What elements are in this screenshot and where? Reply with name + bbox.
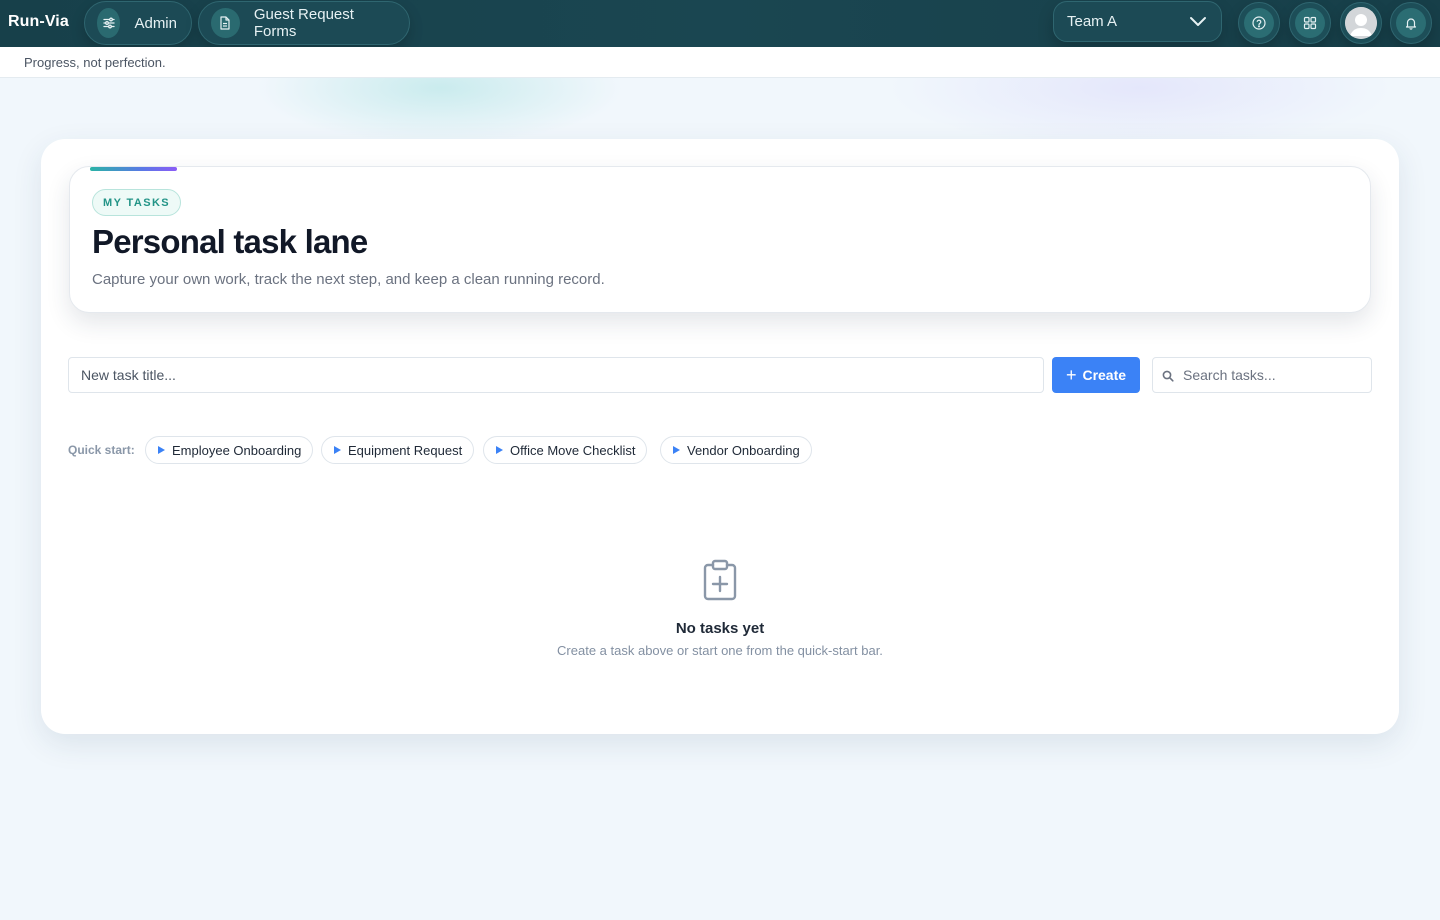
quick-start-label: Quick start: <box>68 443 135 457</box>
empty-state-subtitle: Create a task above or start one from th… <box>557 643 883 658</box>
apps-grid-icon <box>1295 8 1325 38</box>
help-circle-icon <box>1244 8 1274 38</box>
notifications-button[interactable] <box>1390 2 1432 44</box>
quick-start-chip-label: Office Move Checklist <box>510 442 636 458</box>
quick-start-office-move-checklist[interactable]: Office Move Checklist <box>483 436 648 464</box>
task-search-field[interactable] <box>1152 357 1372 393</box>
apps-button[interactable] <box>1289 2 1331 44</box>
sliders-icon <box>97 8 121 38</box>
help-button[interactable] <box>1238 2 1280 44</box>
hero-accent-bar <box>90 167 177 171</box>
brand-logo[interactable]: Run-Via <box>8 13 69 31</box>
top-navigation-bar: Run-Via Admin Guest Request Forms Team A <box>0 0 1440 47</box>
section-tag: MY TASKS <box>92 189 182 216</box>
quick-start-chip-label: Equipment Request <box>348 442 463 458</box>
quick-start-equipment-request[interactable]: Equipment Request <box>321 436 475 464</box>
admin-nav-label: Admin <box>134 14 177 32</box>
bell-icon <box>1396 8 1426 38</box>
page-title: Personal task lane <box>92 223 368 260</box>
clipboard-plus-icon <box>702 559 738 606</box>
tasks-panel: MY TASKS Personal task lane Capture your… <box>41 139 1399 734</box>
hero-card: MY TASKS Personal task lane Capture your… <box>69 166 1371 313</box>
team-selector[interactable]: Team A <box>1053 1 1222 42</box>
team-selected-value: Team A <box>1067 13 1118 30</box>
quick-start-employee-onboarding[interactable]: Employee Onboarding <box>145 436 314 464</box>
play-icon <box>334 446 341 454</box>
search-icon <box>1162 369 1174 387</box>
user-avatar-icon <box>1345 7 1377 39</box>
quick-start-chip-label: Vendor Onboarding <box>687 442 800 458</box>
create-button-label: Create <box>1082 367 1127 383</box>
search-tasks-input[interactable] <box>1183 359 1368 391</box>
plus-icon: + <box>1065 365 1077 385</box>
quick-start-chip-label: Employee Onboarding <box>172 442 302 458</box>
play-icon <box>673 446 680 454</box>
create-task-button[interactable]: + Create <box>1052 357 1140 393</box>
new-task-title-input[interactable] <box>68 357 1044 393</box>
guest-request-forms-nav-button[interactable]: Guest Request Forms <box>198 1 410 45</box>
document-icon <box>211 8 240 38</box>
empty-state-title: No tasks yet <box>675 620 765 637</box>
quick-start-vendor-onboarding[interactable]: Vendor Onboarding <box>660 436 812 464</box>
admin-nav-button[interactable]: Admin <box>84 1 192 45</box>
play-icon <box>158 446 165 454</box>
tagline-strip: Progress, not perfection. <box>0 47 1440 78</box>
play-icon <box>496 446 503 454</box>
chevron-down-icon <box>1189 14 1207 31</box>
tagline-text: Progress, not perfection. <box>24 55 166 70</box>
user-menu-button[interactable] <box>1340 2 1382 44</box>
forms-nav-label: Guest Request Forms <box>253 6 354 40</box>
page-subtitle: Capture your own work, track the next st… <box>92 271 605 288</box>
